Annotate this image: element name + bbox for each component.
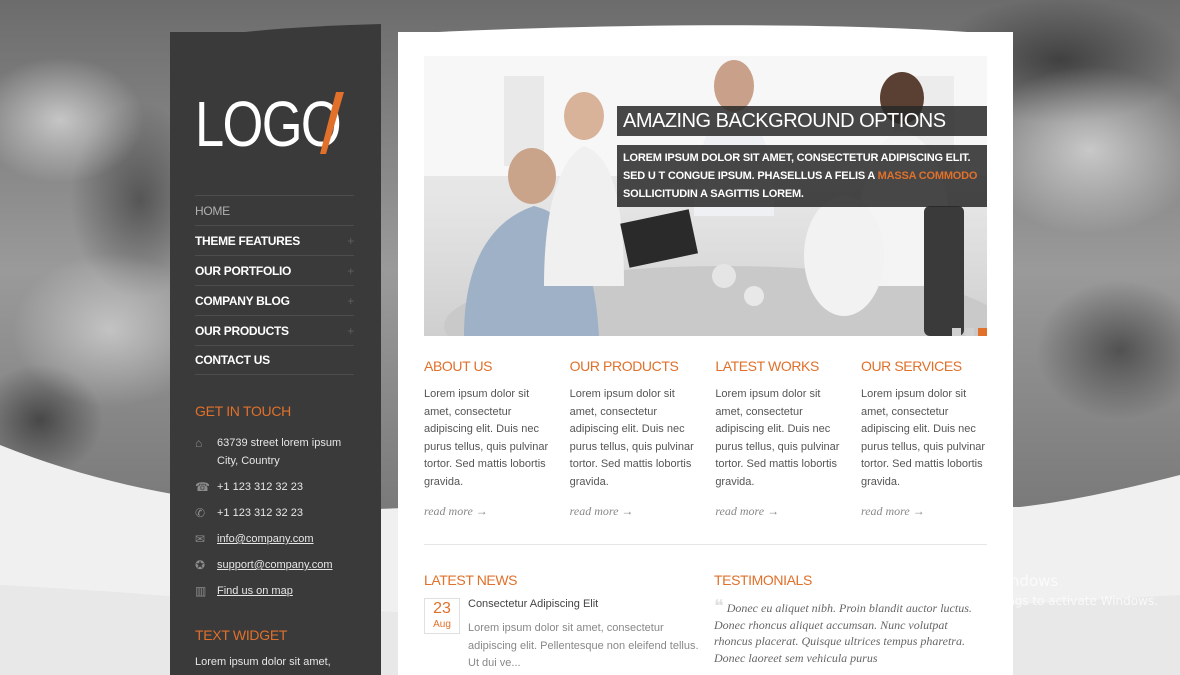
home-icon: ⌂ (195, 436, 203, 450)
slide-dot-3[interactable] (978, 328, 987, 336)
nav-item-home[interactable]: HOME (195, 195, 354, 225)
watermark-title: Activate Windows (925, 572, 1059, 590)
read-more-link[interactable]: read more → (715, 504, 843, 519)
contact-list: ⌂ 63739 street lorem ipsum City, Country … (195, 434, 365, 608)
expand-icon[interactable]: + (347, 294, 354, 308)
column-about-us: ABOUT US Lorem ipsum dolor sit amet, con… (424, 358, 552, 519)
fax-number: +1 123 312 32 23 (217, 507, 303, 519)
nav-item-company-blog[interactable]: COMPANY BLOG + (195, 285, 354, 315)
feature-columns: ABOUT US Lorem ipsum dolor sit amet, con… (424, 358, 989, 519)
main-content: AMAZING BACKGROUND OPTIONS LOREM IPSUM D… (398, 32, 1013, 675)
main-nav: HOME THEME FEATURES + OUR PORTFOLIO + CO… (195, 195, 354, 375)
slide-highlight-link[interactable]: MASSA COMMODO (878, 170, 978, 182)
address-line1: 63739 street lorem ipsum (217, 437, 342, 449)
address-line2: City, Country (217, 455, 280, 467)
slide-dot-1[interactable] (952, 328, 961, 336)
map-icon: ▥ (195, 584, 207, 598)
nav-item-contact-us[interactable]: CONTACT US (195, 345, 354, 375)
column-text: Lorem ipsum dolor sit amet, consectetur … (860, 388, 986, 488)
news-item: 23 Aug Consectetur Adipiscing Elit Lorem… (424, 598, 699, 673)
news-excerpt: Lorem ipsum dolor sit amet, consectetur … (468, 622, 699, 670)
slide-caption: LOREM IPSUM DOLOR SIT AMET, CONSECTETUR … (617, 145, 987, 207)
testimonial-text: Donec eu aliquet nibh. Proin blandit auc… (714, 601, 972, 665)
column-text: Lorem ipsum dolor sit amet, consectetur … (715, 388, 840, 488)
key-icon (878, 568, 918, 608)
column-latest-works: LATEST WORKS Lorem ipsum dolor sit amet,… (715, 358, 843, 519)
support-link[interactable]: support@company.com (217, 556, 333, 574)
logo-slash-icon (320, 92, 344, 154)
nav-label: CONTACT US (195, 353, 270, 367)
map-link[interactable]: Find us on map (217, 582, 293, 600)
contact-email: ✉ info@company.com (195, 530, 365, 548)
slider-pagination (952, 328, 987, 336)
read-more-link[interactable]: read more → (570, 504, 698, 519)
column-title: LATEST WORKS (715, 358, 819, 374)
expand-icon[interactable]: + (347, 324, 354, 338)
activate-windows-watermark: Activate Windows Go to PC settings to ac… (925, 572, 1158, 608)
mail-icon: ✉ (195, 532, 206, 546)
news-date: 23 Aug (424, 598, 460, 634)
expand-icon[interactable]: + (347, 264, 354, 278)
column-text: Lorem ipsum dolor sit amet, consectetur … (569, 388, 694, 488)
nav-item-theme-features[interactable]: THEME FEATURES + (195, 225, 354, 255)
phone-number: +1 123 312 32 23 (217, 481, 303, 493)
watermark-subtitle: Go to PC settings to activate Windows. (925, 594, 1159, 608)
column-title: ABOUT US (424, 358, 493, 374)
hero-slider[interactable]: AMAZING BACKGROUND OPTIONS LOREM IPSUM D… (424, 56, 987, 336)
column-text: Lorem ipsum dolor sit amet, consectetur … (424, 388, 549, 488)
contact-map: ▥ Find us on map (195, 582, 365, 600)
contact-phone: ☎ +1 123 312 32 23 (195, 478, 365, 496)
fax-icon: ✆ (195, 506, 206, 520)
text-widget-heading: TEXT WIDGET (195, 627, 288, 643)
nav-label: THEME FEATURES (195, 233, 300, 248)
slide-title: AMAZING BACKGROUND OPTIONS (617, 106, 987, 136)
news-heading: LATEST NEWS (424, 572, 518, 588)
read-more-link[interactable]: read more → (861, 504, 989, 519)
contact-support: ✪ support@company.com (195, 556, 365, 574)
section-divider (424, 544, 987, 545)
email-link[interactable]: info@company.com (217, 530, 314, 548)
sidebar: LOGO HOME THEME FEATURES + OUR PORTFOLIO… (170, 24, 381, 675)
nav-label: OUR PORTFOLIO (195, 263, 292, 278)
nav-label: OUR PRODUCTS (195, 323, 289, 338)
text-widget-body: Lorem ipsum dolor sit amet, (195, 656, 331, 668)
expand-icon[interactable]: + (347, 234, 354, 248)
contact-heading: GET IN TOUCH (195, 403, 291, 419)
column-our-services: OUR SERVICES Lorem ipsum dolor sit amet,… (861, 358, 989, 519)
testimonial-quote: ❝ Donec eu aliquet nibh. Proin blandit a… (714, 596, 989, 666)
nav-item-our-products[interactable]: OUR PRODUCTS + (195, 315, 354, 345)
nav-item-our-portfolio[interactable]: OUR PORTFOLIO + (195, 255, 354, 285)
slide-dot-2[interactable] (965, 328, 974, 336)
read-more-link[interactable]: read more → (424, 504, 552, 519)
news-day: 23 (433, 600, 451, 617)
support-icon: ✪ (195, 558, 206, 572)
latest-news: LATEST NEWS 23 Aug Consectetur Adipiscin… (424, 572, 699, 673)
nav-label: COMPANY BLOG (195, 293, 290, 308)
news-month: Aug (433, 619, 451, 630)
contact-fax: ✆ +1 123 312 32 23 (195, 504, 365, 522)
sidebar-top-curve (170, 24, 381, 44)
column-title: OUR SERVICES (860, 358, 962, 374)
nav-label: HOME (195, 203, 230, 218)
phone-icon: ☎ (195, 480, 210, 494)
slide-text-end: SOLLICITUDIN A SAGITTIS LOREM. (623, 188, 804, 200)
quote-icon: ❝ (714, 596, 724, 616)
column-our-products: OUR PRODUCTS Lorem ipsum dolor sit amet,… (570, 358, 698, 519)
news-title-link[interactable]: Consectetur Adipiscing Elit (468, 598, 699, 610)
column-title: OUR PRODUCTS (569, 358, 679, 374)
contact-address: ⌂ 63739 street lorem ipsum City, Country (195, 434, 365, 470)
